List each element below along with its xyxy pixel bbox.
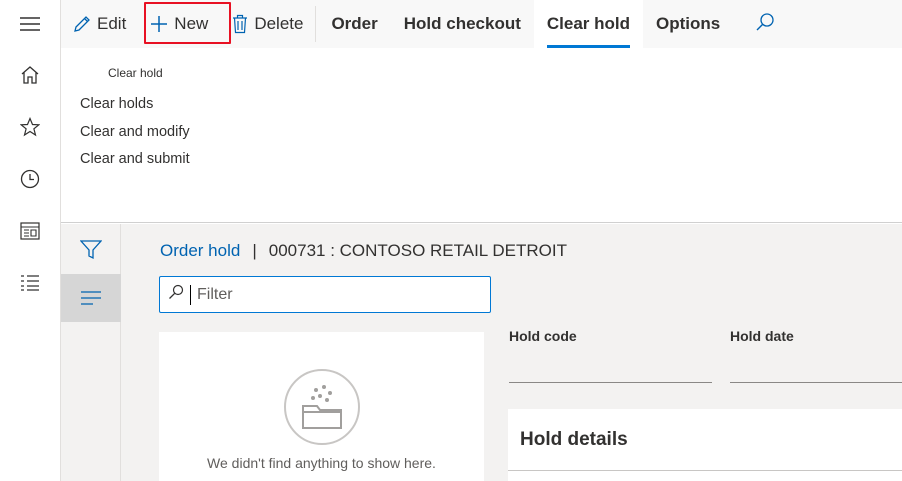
filter-icon[interactable] bbox=[61, 226, 121, 274]
search-icon bbox=[755, 12, 775, 37]
page-title: 000731 : CONTOSO RETAIL DETROIT bbox=[268, 241, 567, 260]
section-title[interactable]: Hold details bbox=[520, 429, 628, 451]
filter-input[interactable] bbox=[197, 285, 487, 304]
tab-hold-checkout[interactable]: Hold checkout bbox=[391, 0, 534, 48]
toolbar-divider bbox=[315, 6, 317, 42]
search-icon bbox=[168, 284, 184, 305]
hold-code-label: Hold code bbox=[509, 328, 577, 344]
plus-icon bbox=[150, 15, 168, 33]
hold-code-field[interactable] bbox=[509, 382, 712, 383]
search-button[interactable] bbox=[733, 0, 785, 48]
breadcrumb-link[interactable]: Order hold bbox=[160, 241, 240, 261]
group-title: Clear hold bbox=[108, 66, 163, 80]
text-caret bbox=[190, 284, 191, 305]
empty-list-card: We didn't find anything to show here. bbox=[159, 332, 484, 481]
list-view-icon[interactable] bbox=[61, 274, 121, 322]
menu-item-clear-and-submit[interactable]: Clear and submit bbox=[80, 151, 190, 167]
menu-item-clear-and-modify[interactable]: Clear and modify bbox=[80, 124, 190, 140]
section-divider bbox=[508, 470, 902, 471]
menu-item-clear-holds[interactable]: Clear holds bbox=[80, 96, 153, 112]
list-icon[interactable] bbox=[0, 263, 60, 303]
clock-icon[interactable] bbox=[0, 159, 60, 199]
filter-field[interactable] bbox=[159, 276, 491, 313]
new-label: New bbox=[174, 14, 209, 33]
new-button[interactable]: New bbox=[136, 0, 222, 48]
empty-folder-icon bbox=[283, 368, 361, 451]
breadcrumb-separator: | bbox=[252, 241, 257, 260]
action-pane: Edit New Delete Order Hold checkout Clea… bbox=[61, 0, 902, 48]
delete-button[interactable]: Delete bbox=[222, 0, 313, 48]
main-content: Order hold | 000731 : CONTOSO RETAIL DET… bbox=[121, 224, 902, 481]
edit-button[interactable]: Edit bbox=[61, 0, 136, 48]
empty-message: We didn't find anything to show here. bbox=[207, 455, 436, 471]
breadcrumb: Order hold | 000731 : CONTOSO RETAIL DET… bbox=[160, 241, 567, 261]
star-icon[interactable] bbox=[0, 107, 60, 147]
workspace-icon[interactable] bbox=[0, 211, 60, 251]
clear-hold-panel: Clear hold Clear holds Clear and modify … bbox=[61, 48, 902, 223]
delete-label: Delete bbox=[254, 14, 304, 33]
hold-details-section: Hold details bbox=[508, 409, 902, 481]
edit-label: Edit bbox=[97, 14, 127, 33]
pencil-icon bbox=[73, 15, 91, 33]
trash-icon bbox=[232, 14, 248, 34]
hold-date-field[interactable] bbox=[730, 382, 902, 383]
filter-rail bbox=[61, 224, 121, 481]
hamburger-icon[interactable] bbox=[0, 4, 60, 44]
tab-options[interactable]: Options bbox=[643, 0, 733, 48]
tab-clear-hold[interactable]: Clear hold bbox=[533, 0, 643, 48]
navigation-rail bbox=[0, 0, 61, 481]
tab-order[interactable]: Order bbox=[318, 0, 390, 48]
hold-date-label: Hold date bbox=[730, 328, 794, 344]
home-icon[interactable] bbox=[0, 55, 60, 95]
